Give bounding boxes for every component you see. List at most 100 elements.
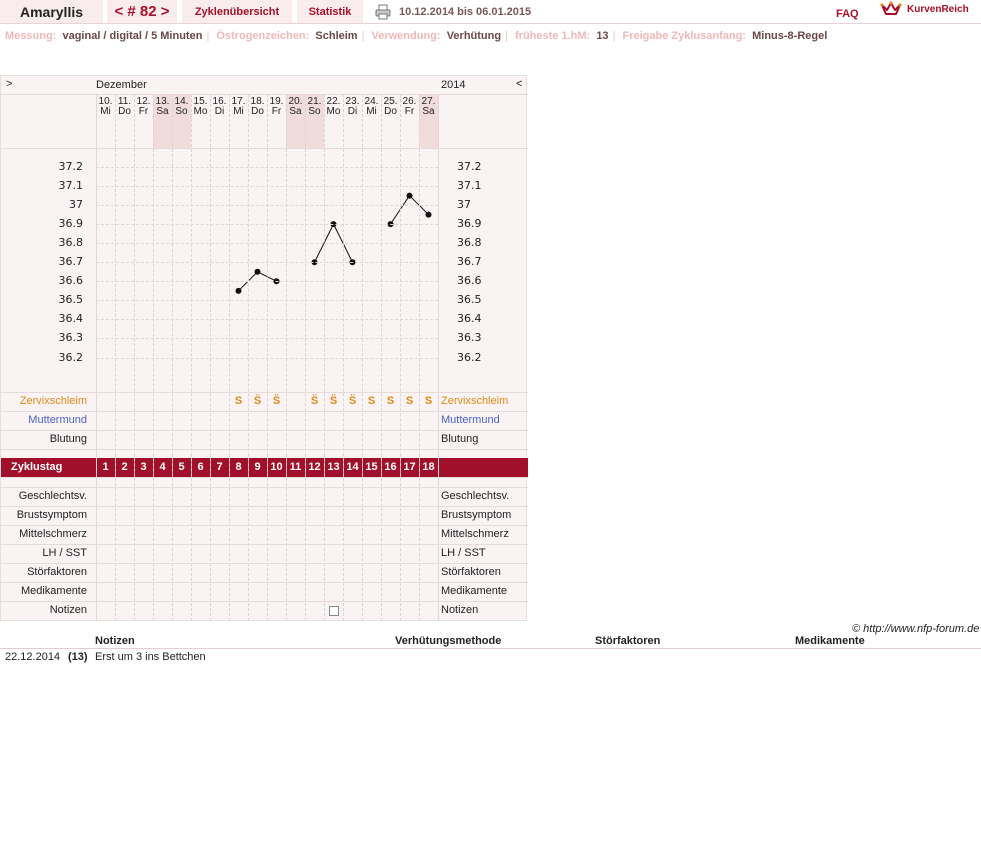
top-bar: Amaryllis < # 82 > Zyklenübersicht Stati… — [0, 0, 981, 25]
temp-point[interactable] — [425, 211, 432, 218]
temp-tick-left: 36.3 — [58, 331, 84, 345]
info-label-estrogen: Östrogenzeichen: — [216, 30, 310, 42]
info-label-measurement: Messung: — [5, 30, 57, 42]
temp-tick-left: 36.9 — [58, 217, 84, 231]
col-disturb-header: Störfaktoren — [595, 635, 661, 647]
day-weekday: Mi — [366, 106, 377, 117]
day-weekday: So — [175, 106, 188, 117]
temp-point[interactable] — [406, 192, 413, 199]
info-value-release: Minus-8-Regel — [752, 30, 828, 42]
day-weekday: Di — [214, 106, 225, 117]
day-weekday: Do — [251, 106, 264, 117]
day-weekday: Fr — [271, 106, 282, 117]
temp-tick-right: 37.2 — [457, 160, 482, 173]
temp-gridline — [96, 338, 438, 340]
temp-gridline — [96, 167, 438, 168]
cycle-chart-panel: > Dezember 2014 < Zervixschleim Muttermu… — [0, 75, 528, 621]
temperature-curve — [235, 192, 432, 294]
mucus-mark[interactable]: S̈ — [248, 396, 267, 407]
grid-hline — [1, 148, 528, 149]
temp-tick-right: 37.1 — [457, 179, 482, 193]
mucus-mark[interactable]: S̈ — [343, 396, 362, 407]
temp-tick-left: 36.2 — [58, 350, 84, 364]
notes-row-day: (13) — [68, 651, 88, 663]
info-label-earliest: früheste 1.hM: — [515, 30, 591, 42]
notes-row-text: Erst um 3 ins Bettchen — [95, 651, 206, 663]
grid-hline — [1, 544, 528, 545]
col-notes-header: Notizen — [95, 635, 135, 647]
day-label: 13. Sa — [153, 97, 172, 117]
copyright[interactable]: © http://www.nfp-forum.de — [852, 623, 979, 635]
day-weekday: Sa — [289, 106, 302, 117]
printer-icon[interactable] — [375, 4, 391, 20]
day-label: 22. Mo — [324, 97, 343, 117]
grid-hline — [1, 487, 528, 488]
mucus-mark[interactable]: S — [381, 396, 400, 407]
temp-tick-left: 36.4 — [58, 312, 84, 326]
mucus-mark[interactable]: S — [362, 396, 381, 407]
top-divider — [0, 23, 981, 24]
day-label: 27. Sa — [419, 97, 438, 117]
grid-hline — [1, 582, 528, 583]
temp-tick-right: 36.8 — [457, 236, 482, 250]
mucus-mark[interactable]: S̈ — [305, 396, 324, 407]
mucus-mark[interactable]: S — [419, 396, 438, 407]
info-value-earliest: 13 — [596, 30, 609, 42]
brand-logo-text[interactable]: KurvenReich — [907, 4, 969, 15]
grid-hline — [1, 94, 528, 95]
day-weekday: Fr — [138, 106, 149, 117]
crown-logo-icon[interactable] — [880, 1, 902, 19]
info-label-release: Freigabe Zyklusanfang: — [622, 30, 746, 42]
grid-hline — [1, 430, 528, 431]
temp-tick-right: 36.4 — [457, 312, 482, 326]
grid-hline — [1, 601, 528, 602]
mucus-mark[interactable]: S — [400, 396, 419, 407]
day-label: 19. Fr — [267, 97, 286, 117]
temp-gridline — [96, 300, 438, 302]
temp-point[interactable] — [254, 268, 261, 275]
cycle-navigator[interactable]: < # 82 > — [107, 0, 177, 23]
day-weekday: Mi — [100, 106, 111, 117]
temp-gridline — [96, 186, 438, 188]
temp-gridline — [96, 357, 438, 359]
tab-cycle-overview[interactable]: Zyklenübersicht — [182, 0, 292, 23]
temp-tick-left: 36.8 — [58, 236, 84, 250]
day-label: 26. Fr — [400, 97, 419, 117]
mucus-mark[interactable]: S — [229, 396, 248, 407]
grid-hline — [1, 563, 528, 564]
temp-tick-right: 36.2 — [457, 350, 482, 364]
table-divider — [0, 648, 981, 649]
mucus-mark[interactable]: S̈ — [324, 396, 343, 407]
day-label: 11. Do — [115, 97, 134, 117]
temp-tick-left: 36.5 — [58, 293, 84, 307]
user-name: Amaryllis — [0, 0, 103, 23]
day-weekday: Do — [384, 106, 397, 117]
note-icon[interactable] — [329, 606, 339, 616]
day-label: 18. Do — [248, 97, 267, 117]
day-weekday: Mi — [233, 106, 244, 117]
temp-tick-left: 37 — [69, 198, 83, 212]
day-label: 23. Di — [343, 97, 362, 117]
grid-hline — [1, 506, 528, 507]
temp-tick-left: 37.1 — [58, 179, 84, 193]
day-weekday: Do — [118, 106, 131, 117]
info-value-usage: Verhütung — [446, 30, 502, 42]
notes-row-date: 22.12.2014 — [5, 651, 61, 663]
temp-gridline — [96, 243, 438, 245]
faq-link[interactable]: FAQ — [836, 8, 859, 20]
mucus-mark[interactable]: S̈ — [267, 396, 286, 407]
day-label: 10. Mi — [96, 97, 115, 117]
tab-statistics[interactable]: Statistik — [297, 0, 363, 23]
temp-point[interactable] — [235, 287, 242, 294]
day-label: 25. Do — [381, 97, 400, 117]
grid-hline — [1, 449, 528, 450]
day-label: 24. Mi — [362, 97, 381, 117]
grid-hline — [1, 477, 528, 478]
info-label-usage: Verwendung: — [371, 30, 441, 42]
day-weekday: Di — [347, 106, 358, 117]
info-value-estrogen: Schleim — [315, 30, 358, 42]
grid-vline — [438, 94, 439, 621]
temp-tick-left: 37.2 — [58, 160, 84, 173]
day-weekday: Mo — [326, 106, 341, 117]
temp-tick-right: 36.9 — [457, 217, 482, 231]
